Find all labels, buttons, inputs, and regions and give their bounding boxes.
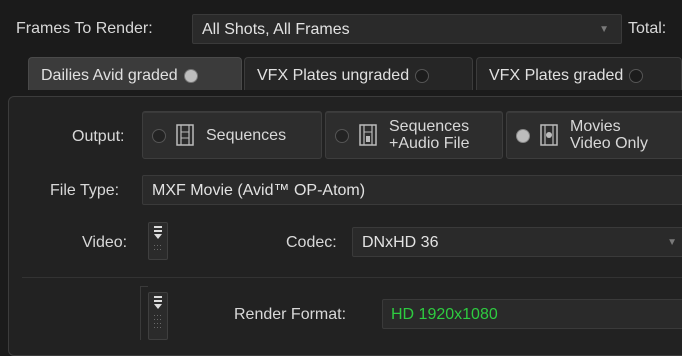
tab-status-led-icon: [415, 68, 430, 83]
render-format-toggle-handle-icon[interactable]: [148, 292, 168, 340]
video-label: Video:: [82, 234, 128, 251]
tab-label: VFX Plates graded: [489, 67, 624, 84]
render-format-value: HD 1920x1080: [391, 306, 498, 323]
radio-indicator: [152, 129, 166, 143]
radio-indicator-selected: [516, 129, 530, 143]
total-label: Total:: [628, 20, 667, 37]
output-option-label-line2: Video Only: [570, 135, 648, 152]
section-divider: [22, 277, 682, 278]
tab-label: VFX Plates ungraded: [257, 67, 410, 84]
file-type-label: File Type:: [50, 182, 120, 199]
tab-dailies-avid-graded[interactable]: Dailies Avid graded: [28, 57, 242, 90]
radio-indicator: [335, 129, 349, 143]
output-sequences-button[interactable]: Sequences: [142, 111, 322, 159]
file-type-dropdown[interactable]: MXF Movie (Avid™ OP-Atom): [142, 175, 682, 205]
output-option-label: Sequences: [206, 127, 287, 144]
tab-status-led-icon: [629, 68, 644, 83]
film-strip-icon: [175, 124, 195, 151]
render-format-label: Render Format:: [234, 306, 347, 323]
output-movies-video-only-button[interactable]: Movies Video Only: [506, 111, 682, 159]
output-option-label-line2: +Audio File: [389, 135, 470, 152]
section-bracket: [140, 286, 141, 340]
tab-label: Dailies Avid graded: [41, 67, 178, 84]
output-option-label-line1: Movies: [570, 118, 621, 135]
tab-vfx-plates-graded[interactable]: VFX Plates graded: [476, 57, 682, 90]
render-format-dropdown[interactable]: HD 1920x1080: [382, 299, 682, 329]
output-option-label-line1: Sequences: [389, 118, 470, 135]
output-label: Output:: [72, 128, 125, 145]
tab-status-led-icon: [183, 68, 198, 83]
codec-label: Codec:: [286, 234, 337, 251]
section-bracket-top: [140, 286, 148, 287]
codec-dropdown[interactable]: DNxHD 36 ▼: [352, 227, 682, 257]
frames-to-render-label: Frames To Render:: [16, 20, 153, 37]
movie-icon: [539, 124, 559, 151]
dropdown-arrow-icon: ▼: [667, 237, 677, 248]
file-type-value: MXF Movie (Avid™ OP-Atom): [152, 182, 366, 199]
tab-vfx-plates-ungraded[interactable]: VFX Plates ungraded: [244, 57, 473, 90]
film-audio-icon: [358, 124, 378, 151]
video-toggle-handle-icon[interactable]: [148, 222, 168, 260]
dropdown-arrow-icon: ▼: [599, 24, 609, 35]
codec-value: DNxHD 36: [362, 234, 439, 251]
output-sequences-audio-button[interactable]: Sequences +Audio File: [325, 111, 503, 159]
frames-to-render-dropdown[interactable]: All Shots, All Frames ▼: [192, 14, 622, 44]
frames-to-render-value: All Shots, All Frames: [202, 21, 350, 38]
